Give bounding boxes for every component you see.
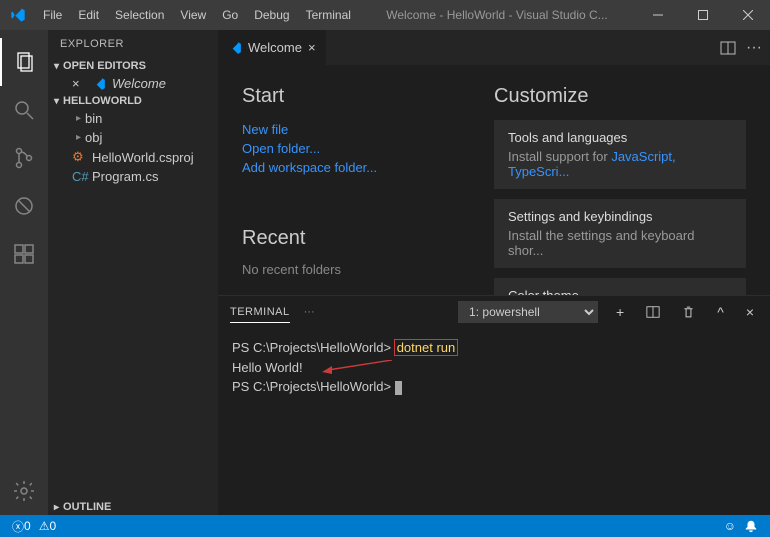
outline-section[interactable]: ▸OUTLINE xyxy=(48,499,218,515)
panel-close-icon[interactable]: × xyxy=(742,304,758,320)
explorer-icon[interactable] xyxy=(0,38,48,86)
menu-go[interactable]: Go xyxy=(214,8,246,22)
title-bar: File Edit Selection View Go Debug Termin… xyxy=(0,0,770,30)
more-actions-icon[interactable]: ··· xyxy=(746,39,762,57)
minimize-button[interactable] xyxy=(635,0,680,30)
tab-welcome[interactable]: Welcome × xyxy=(218,30,326,65)
vscode-file-icon xyxy=(228,41,242,55)
editor-area: Welcome × ··· Start New file Open folder… xyxy=(218,30,770,515)
file-csproj[interactable]: ⚙HelloWorld.csproj xyxy=(48,147,218,167)
folder-obj[interactable]: ▸obj xyxy=(48,128,218,147)
chevron-right-icon: ▸ xyxy=(76,132,81,143)
vscode-logo-icon xyxy=(0,7,35,23)
menu-bar: File Edit Selection View Go Debug Termin… xyxy=(35,8,359,22)
open-editor-label: Welcome xyxy=(112,76,166,91)
new-terminal-icon[interactable]: + xyxy=(612,304,628,320)
menu-selection[interactable]: Selection xyxy=(107,8,172,22)
card-title: Settings and keybindings xyxy=(508,209,732,224)
file-program-cs[interactable]: C#Program.cs xyxy=(48,167,218,186)
terminal-output[interactable]: PS C:\Projects\HelloWorld> dotnet run He… xyxy=(218,328,770,515)
chevron-down-icon: ▾ xyxy=(54,96,59,107)
terminal-prompt: PS C:\Projects\HelloWorld> xyxy=(232,379,391,394)
tab-label: Welcome xyxy=(248,40,302,55)
search-icon[interactable] xyxy=(0,86,48,134)
panel-header: TERMINAL ··· 1: powershell + ^ × xyxy=(218,296,770,328)
tab-close-icon[interactable]: × xyxy=(308,40,316,55)
status-warnings[interactable]: ⚠ 0 xyxy=(35,519,60,533)
start-heading: Start xyxy=(242,85,494,108)
open-folder-link[interactable]: Open folder... xyxy=(242,139,494,158)
card-title: Color theme xyxy=(508,288,732,295)
settings-gear-icon[interactable] xyxy=(0,467,48,515)
customize-heading: Customize xyxy=(494,85,746,108)
annotation-arrow-icon xyxy=(322,360,392,374)
menu-edit[interactable]: Edit xyxy=(70,8,107,22)
tab-bar: Welcome × ··· xyxy=(218,30,770,65)
menu-file[interactable]: File xyxy=(35,8,70,22)
customize-card-theme[interactable]: Color theme xyxy=(494,278,746,295)
recent-heading: Recent xyxy=(242,227,494,250)
panel-tab-terminal[interactable]: TERMINAL xyxy=(230,302,290,323)
vscode-file-icon xyxy=(92,77,108,91)
activity-bar xyxy=(0,30,48,515)
menu-terminal[interactable]: Terminal xyxy=(298,8,359,22)
folder-bin[interactable]: ▸bin xyxy=(48,109,218,128)
new-file-link[interactable]: New file xyxy=(242,120,494,139)
terminal-prompt: PS C:\Projects\HelloWorld> xyxy=(232,340,391,355)
terminal-command: dotnet run xyxy=(395,340,458,355)
recent-empty: No recent folders xyxy=(242,262,494,277)
xml-file-icon: ⚙ xyxy=(72,149,88,165)
card-desc: Install support for JavaScript, TypeScri… xyxy=(508,149,732,179)
welcome-page: Start New file Open folder... Add worksp… xyxy=(218,65,770,295)
panel-more-icon[interactable]: ··· xyxy=(304,306,315,318)
window-title: Welcome - HelloWorld - Visual Studio C..… xyxy=(359,8,635,22)
split-editor-icon[interactable] xyxy=(720,40,736,56)
split-terminal-icon[interactable] xyxy=(642,305,664,319)
chevron-right-icon: ▸ xyxy=(76,113,81,124)
customize-card-tools[interactable]: Tools and languages Install support for … xyxy=(494,120,746,189)
sidebar-title: EXPLORER xyxy=(48,30,218,58)
csharp-file-icon: C# xyxy=(72,169,88,184)
chevron-down-icon: ▾ xyxy=(54,61,59,72)
menu-debug[interactable]: Debug xyxy=(246,8,297,22)
notifications-icon[interactable] xyxy=(740,519,762,533)
sidebar: EXPLORER ▾OPEN EDITORS × Welcome ▾HELLOW… xyxy=(48,30,218,515)
extensions-icon[interactable] xyxy=(0,230,48,278)
customize-card-settings[interactable]: Settings and keybindings Install the set… xyxy=(494,199,746,268)
status-bar: ⓧ 0 ⚠ 0 ☺ xyxy=(0,515,770,537)
card-desc: Install the settings and keyboard shor..… xyxy=(508,228,732,258)
debug-icon[interactable] xyxy=(0,182,48,230)
card-title: Tools and languages xyxy=(508,130,732,145)
kill-terminal-icon[interactable] xyxy=(678,305,699,319)
close-icon[interactable]: × xyxy=(72,76,88,91)
chevron-right-icon: ▸ xyxy=(54,502,59,513)
status-errors[interactable]: ⓧ 0 xyxy=(8,518,35,535)
maximize-button[interactable] xyxy=(680,0,725,30)
terminal-cursor xyxy=(395,381,402,395)
open-editors-section[interactable]: ▾OPEN EDITORS xyxy=(48,58,218,74)
close-button[interactable] xyxy=(725,0,770,30)
source-control-icon[interactable] xyxy=(0,134,48,182)
panel-maximize-icon[interactable]: ^ xyxy=(713,304,728,320)
open-editor-welcome[interactable]: × Welcome xyxy=(48,74,218,93)
feedback-icon[interactable]: ☺ xyxy=(720,519,740,533)
workspace-section[interactable]: ▾HELLOWORLD xyxy=(48,93,218,109)
add-workspace-link[interactable]: Add workspace folder... xyxy=(242,158,494,177)
menu-view[interactable]: View xyxy=(172,8,214,22)
terminal-selector[interactable]: 1: powershell xyxy=(458,301,598,323)
terminal-line: Hello World! xyxy=(232,360,303,375)
panel: TERMINAL ··· 1: powershell + ^ × PS C:\P… xyxy=(218,295,770,515)
